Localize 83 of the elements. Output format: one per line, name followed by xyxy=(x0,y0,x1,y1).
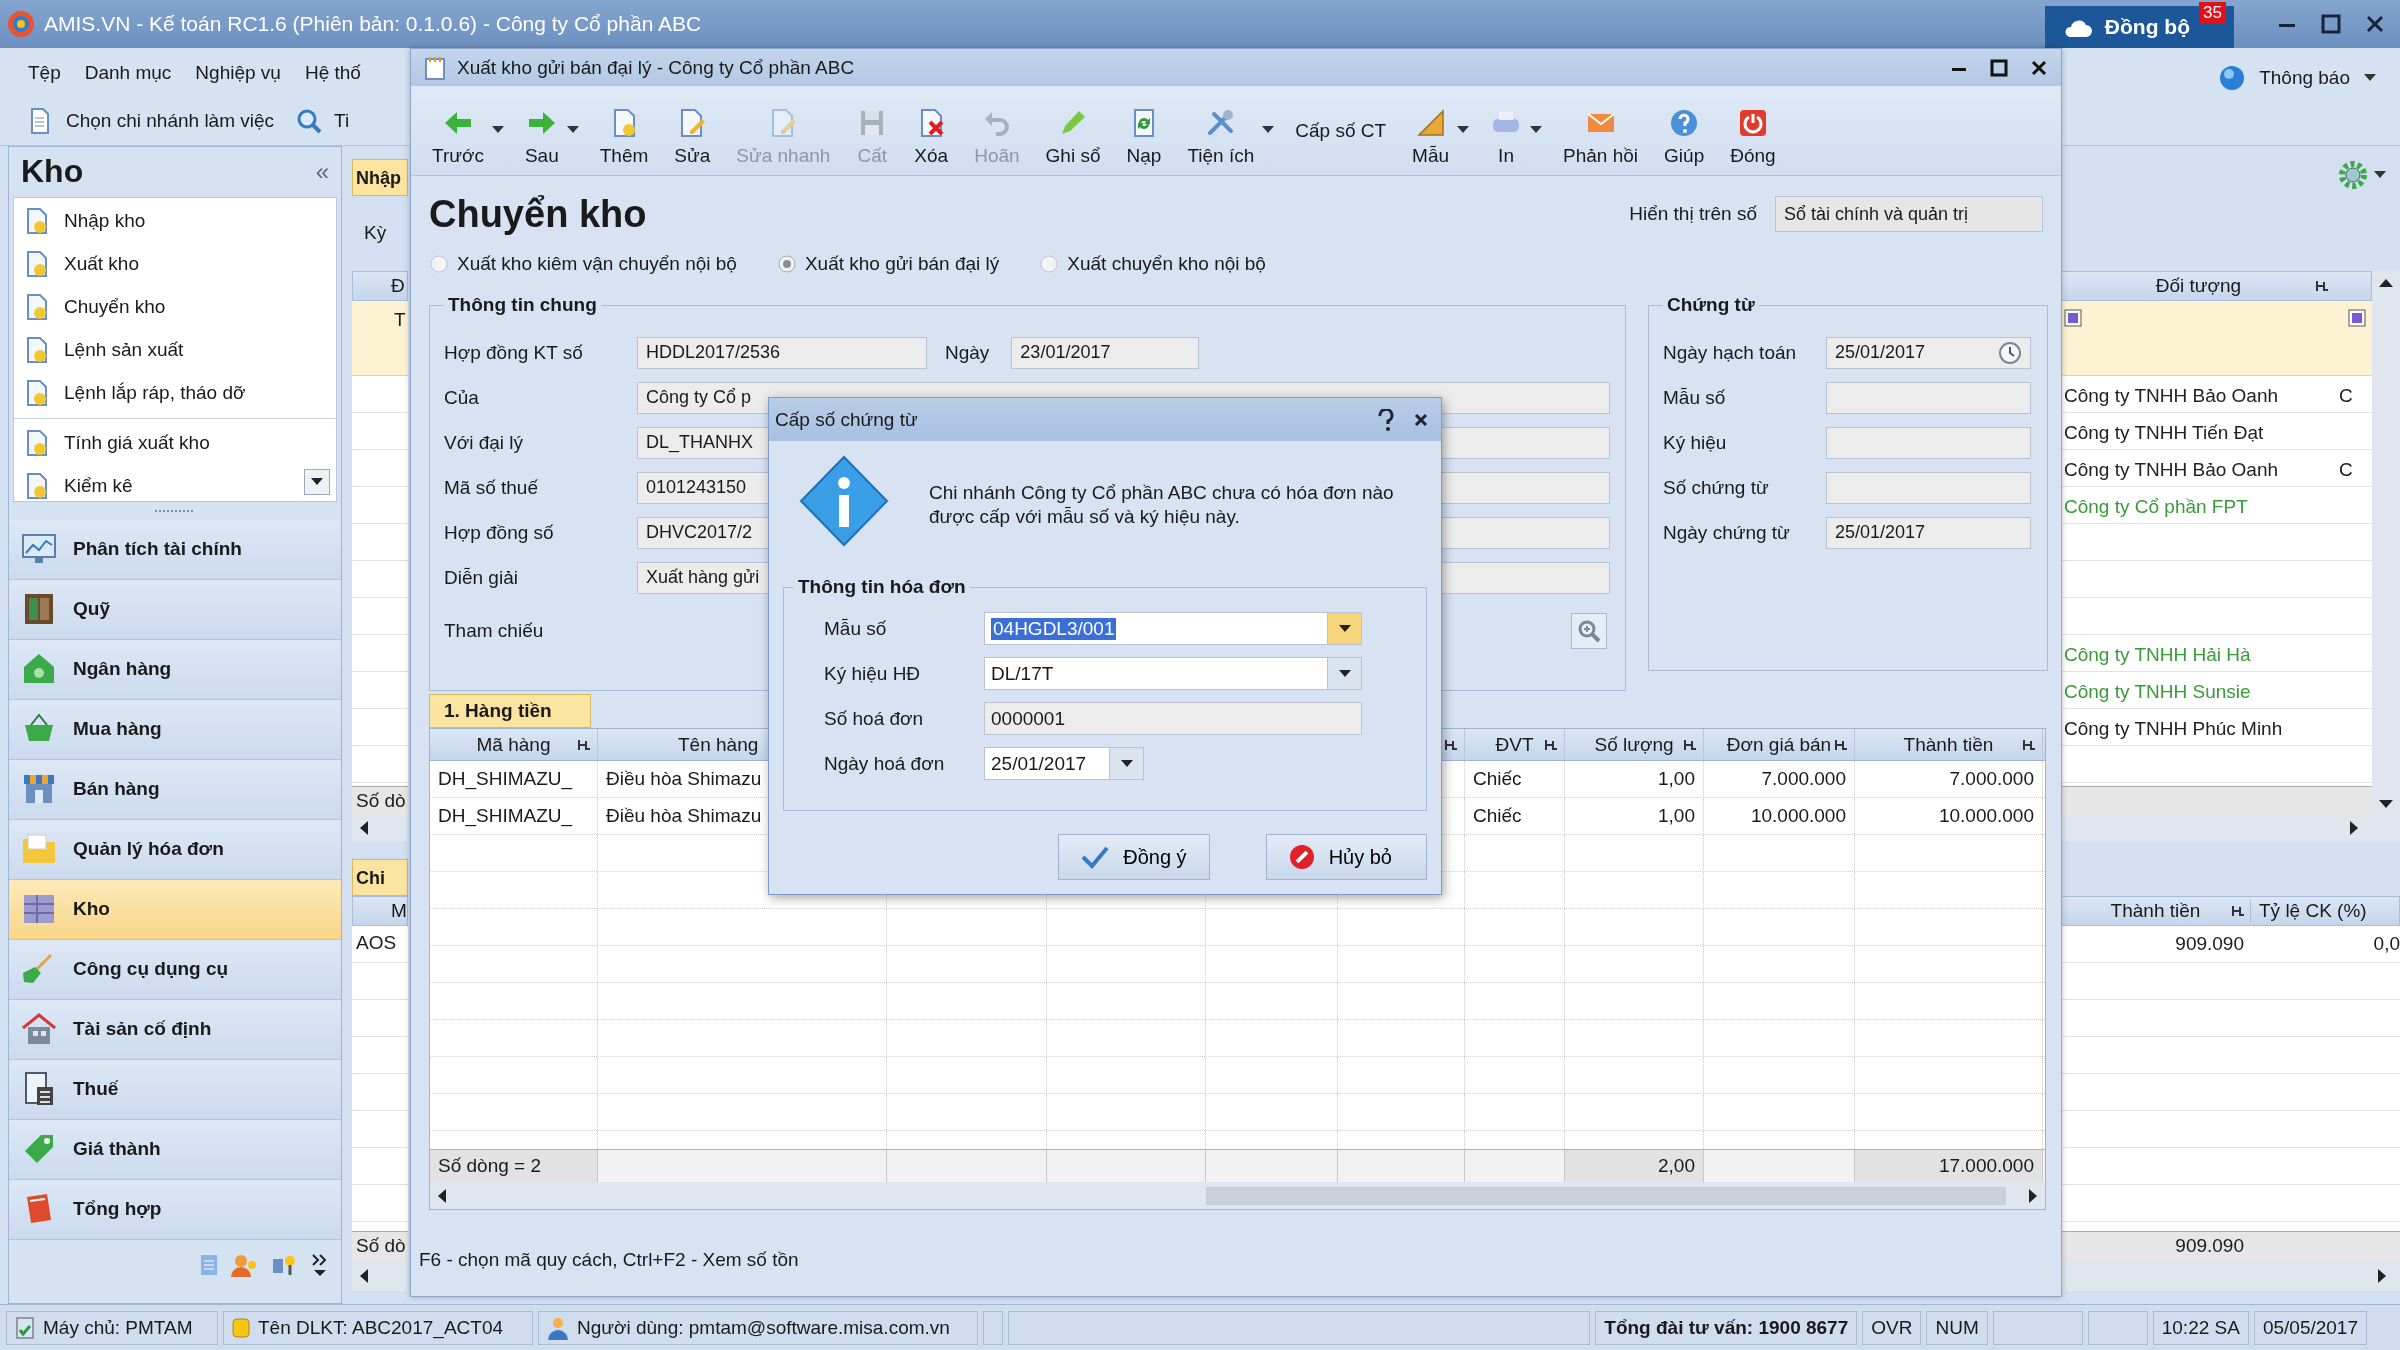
table-cell: DH_SHIMAZU_ xyxy=(438,805,573,827)
table-cell-text: Công ty TNHH Phúc Minh xyxy=(2063,718,2284,741)
table-cell: Số dò xyxy=(356,790,406,813)
field-label: Ngày xyxy=(945,341,990,364)
status-item: Máy chủ: PMTAM xyxy=(6,1310,218,1345)
field-label: Hợp đồng KT số xyxy=(444,341,584,364)
table-cell: 7.000.000 xyxy=(1761,768,1846,790)
table-cell-text: Công ty TNHH Sunsie xyxy=(2063,681,2252,704)
status-item: OVR xyxy=(1862,1310,1922,1345)
field-label: Tham chiếu xyxy=(444,619,545,642)
field-label: Ký hiệu HĐ xyxy=(823,662,922,685)
table-cell-text: Công ty TNHH Bảo Oanh xyxy=(2063,385,2280,408)
table-cell-text: Công ty TNHH Tiến Đạt xyxy=(2063,422,2265,445)
dialog-title: Cấp số chứng từ xyxy=(775,408,918,431)
table-cell-text: 0,0 xyxy=(2372,933,2400,956)
column-header: Đ xyxy=(391,274,405,297)
table-cell: 1,00 xyxy=(1658,768,1695,790)
field-label: Ngày hoá đơn xyxy=(823,752,946,775)
table-cell-text: Công ty TNHH Hải Hà xyxy=(2063,644,2252,667)
field-label: Với đại lý xyxy=(444,431,524,454)
group-title: Thông tin chung xyxy=(447,294,598,316)
table-cell-text: Công ty TNHH Bảo Oanh xyxy=(2063,459,2280,482)
group-title: Thông tin hóa đơn xyxy=(797,576,967,598)
field-label: Ký hiệu xyxy=(1663,431,1728,454)
status-item: Người dùng: pmtam@software.misa.com.vn xyxy=(538,1310,978,1345)
table-cell: 2,00 xyxy=(1658,1155,1695,1177)
message-text: Chi nhánh Công ty Cổ phần ABC chưa có hóa đơn nào được cấp với mẫu số và ký hiệu này. xyxy=(929,481,1395,529)
field-label: Hiển thị trên số xyxy=(1629,203,1757,225)
status-item: Tên DLKT: ABC2017_ACT04 xyxy=(223,1310,533,1345)
table-cell: 10.000.000 xyxy=(1750,805,1846,827)
column-header: Tên hàng xyxy=(678,733,759,756)
table-cell: Điều hòa Shimazu xyxy=(606,805,762,827)
field-label: Mẫu số xyxy=(1663,386,1727,409)
field-label: Mã số thuế xyxy=(444,476,539,499)
field-value: 0000001 xyxy=(991,707,1065,730)
column-header: Đối tượng xyxy=(2155,274,2242,297)
table-cell-text: C xyxy=(2338,385,2353,408)
table-cell: 1,00 xyxy=(1658,805,1695,827)
column-header: ĐVT xyxy=(1495,733,1534,756)
column-header: Số lượng xyxy=(1594,733,1674,756)
window-title: Xuất kho gửi bán đại lý - Công ty Cổ phần ABC xyxy=(457,56,855,79)
table-cell: AOS xyxy=(356,931,397,953)
column-header: M xyxy=(391,899,407,922)
table-cell-text: 909.090 xyxy=(2174,933,2245,956)
table-cell: 7.000.000 xyxy=(1949,768,2034,790)
field-label: Hợp đồng số xyxy=(444,521,555,544)
table-cell-text: 909.090 xyxy=(2174,1235,2245,1258)
table-cell: DH_SHIMAZU_ xyxy=(438,768,573,790)
status-item: 10:22 SA xyxy=(2152,1310,2249,1345)
status-item: 05/05/2017 xyxy=(2253,1310,2367,1345)
table-cell: Chiếc xyxy=(1473,768,1522,790)
table-cell: Số dòng = 2 xyxy=(438,1155,541,1177)
window-title: AMIS.VN - Kế toán RC1.6 (Phiên bản: 0.1.0.6) - Công ty Cổ phần ABC xyxy=(44,11,702,36)
field-label: Diễn giải xyxy=(444,566,519,589)
status-item: NUM xyxy=(1926,1310,1988,1345)
field-label: Số chứng từ xyxy=(1663,476,1770,499)
field-label: Của xyxy=(444,386,480,409)
hint-text: F6 - chọn mã quy cách, Ctrl+F2 - Xem số tồn xyxy=(419,1249,799,1271)
table-cell: T xyxy=(394,308,406,330)
column-header: Thành tiền xyxy=(1903,733,1994,756)
column-header: Thành tiền xyxy=(2110,899,2201,922)
field-value: 25/01/2017 xyxy=(991,752,1087,775)
table-cell: Điều hòa Shimazu xyxy=(606,768,762,790)
status-item: Tổng đài tư vấn: 1900 8677 xyxy=(1595,1310,1858,1345)
table-cell-text: Công ty Cổ phần FPT xyxy=(2063,496,2249,519)
table-cell: Số dò xyxy=(356,1235,406,1258)
column-header: Tỷ lệ CK (%) xyxy=(2258,899,2367,922)
field-label: Mẫu số xyxy=(823,617,888,640)
table-cell: 10.000.000 xyxy=(1938,805,2034,827)
table-cell: 17.000.000 xyxy=(1938,1155,2034,1177)
group-title: Chứng từ xyxy=(1666,294,1756,316)
field-value: DL/17T xyxy=(991,662,1054,685)
panel-title: Kho xyxy=(21,153,84,191)
toolbar-label: Ti xyxy=(334,109,350,132)
column-header: Mã hàng xyxy=(476,733,551,756)
field-label: Số hoá đơn xyxy=(823,707,925,730)
column-header: Đơn giá bán xyxy=(1726,733,1832,756)
table-cell-text: C xyxy=(2338,459,2353,482)
field-label: Kỳ xyxy=(364,222,387,245)
notification-badge: 35 xyxy=(2199,1,2226,24)
form-heading: Chuyển kho xyxy=(429,192,647,236)
table-cell: Chiếc xyxy=(1473,805,1522,827)
field-value: 04HGDL3/001 xyxy=(991,617,1117,640)
